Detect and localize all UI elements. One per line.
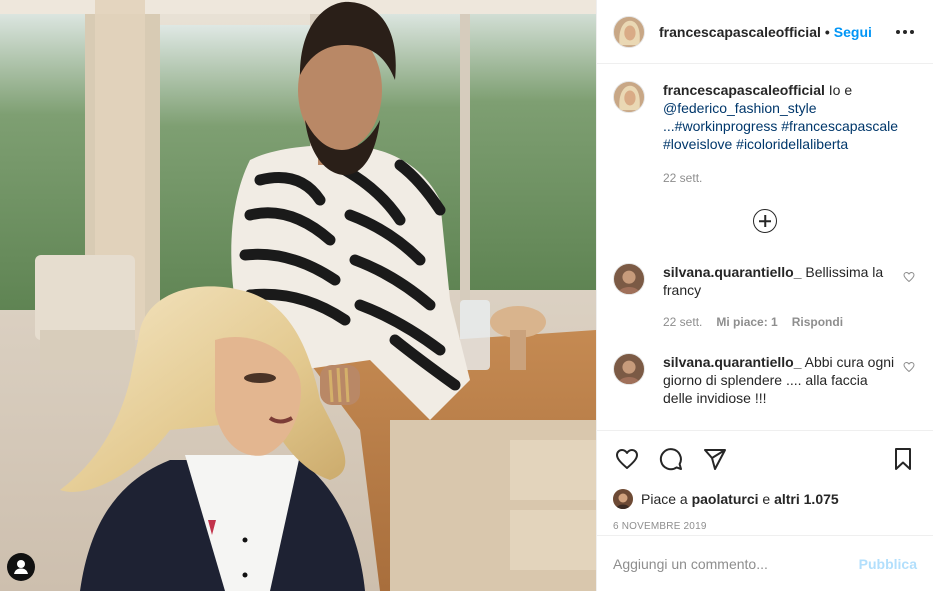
caption-hashtags-line-2[interactable]: #loveislove #icoloridellaliberta (663, 135, 911, 153)
header-separator: • (824, 23, 830, 40)
comment-icon[interactable] (657, 445, 685, 473)
load-more-comments[interactable] (613, 209, 917, 233)
author-username[interactable]: francescapascaleofficial (659, 24, 821, 40)
comment-like-icon[interactable] (903, 361, 917, 373)
post-header: francescapascaleofficial • Segui (597, 0, 933, 64)
caption-mention[interactable]: @federico_fashion_style (663, 100, 817, 116)
post-image (0, 0, 596, 591)
comment-item: silvana.quarantiello_ Bellissima la fran… (613, 263, 917, 331)
share-icon[interactable] (701, 445, 729, 473)
caption-text-prefix: Io e (828, 82, 853, 98)
likes-others[interactable]: altri 1.075 (774, 491, 839, 507)
heart-icon[interactable] (613, 445, 641, 473)
comment-likes[interactable]: Mi piace: 1 (716, 313, 777, 331)
comments-section[interactable]: francescapascaleofficial Io e @federico_… (597, 65, 933, 430)
comment-like-icon[interactable] (903, 271, 917, 283)
publish-button[interactable]: Pubblica (859, 556, 917, 572)
post-photo[interactable] (0, 0, 596, 591)
comment-username[interactable]: silvana.quarantiello_ (663, 354, 802, 370)
reply-button[interactable]: Rispondi (792, 313, 843, 331)
add-comment-bar: Pubblica (597, 535, 933, 591)
follow-button[interactable]: Segui (834, 24, 872, 40)
likes-and: e (762, 491, 771, 507)
post-side-panel: francescapascaleofficial • Segui frances… (596, 0, 933, 591)
post-date[interactable]: 6 NOVEMBRE 2019 (613, 521, 917, 532)
comment-time[interactable]: 22 sett. (663, 313, 702, 331)
comment-item: silvana.quarantiello_ Abbi cura ogni gio… (613, 353, 917, 407)
liker-username[interactable]: paolaturci (692, 491, 759, 507)
likes-prefix: Piace a (641, 491, 688, 507)
post-caption: francescapascaleofficial Io e @federico_… (613, 81, 917, 187)
commenter-avatar[interactable] (613, 263, 645, 295)
liker-avatar[interactable] (613, 489, 633, 509)
commenter-avatar[interactable] (613, 353, 645, 385)
caption-author-avatar[interactable] (613, 81, 645, 113)
author-avatar[interactable] (613, 15, 645, 48)
bookmark-icon[interactable] (889, 445, 917, 473)
caption-hashtags-line-1[interactable]: ...#workinprogress #francescapascale (663, 117, 911, 135)
post-actions: Piace a paolaturci e altri 1.075 6 NOVEM… (597, 430, 933, 532)
user-tag-icon[interactable] (7, 553, 35, 581)
more-options-icon[interactable] (893, 29, 917, 34)
caption-time[interactable]: 22 sett. (663, 169, 702, 187)
comment-username[interactable]: silvana.quarantiello_ (663, 264, 802, 280)
caption-username[interactable]: francescapascaleofficial (663, 82, 825, 98)
plus-circle-icon[interactable] (753, 209, 777, 233)
likes-summary: Piace a paolaturci e altri 1.075 (613, 489, 917, 509)
comment-input[interactable] (613, 555, 859, 572)
